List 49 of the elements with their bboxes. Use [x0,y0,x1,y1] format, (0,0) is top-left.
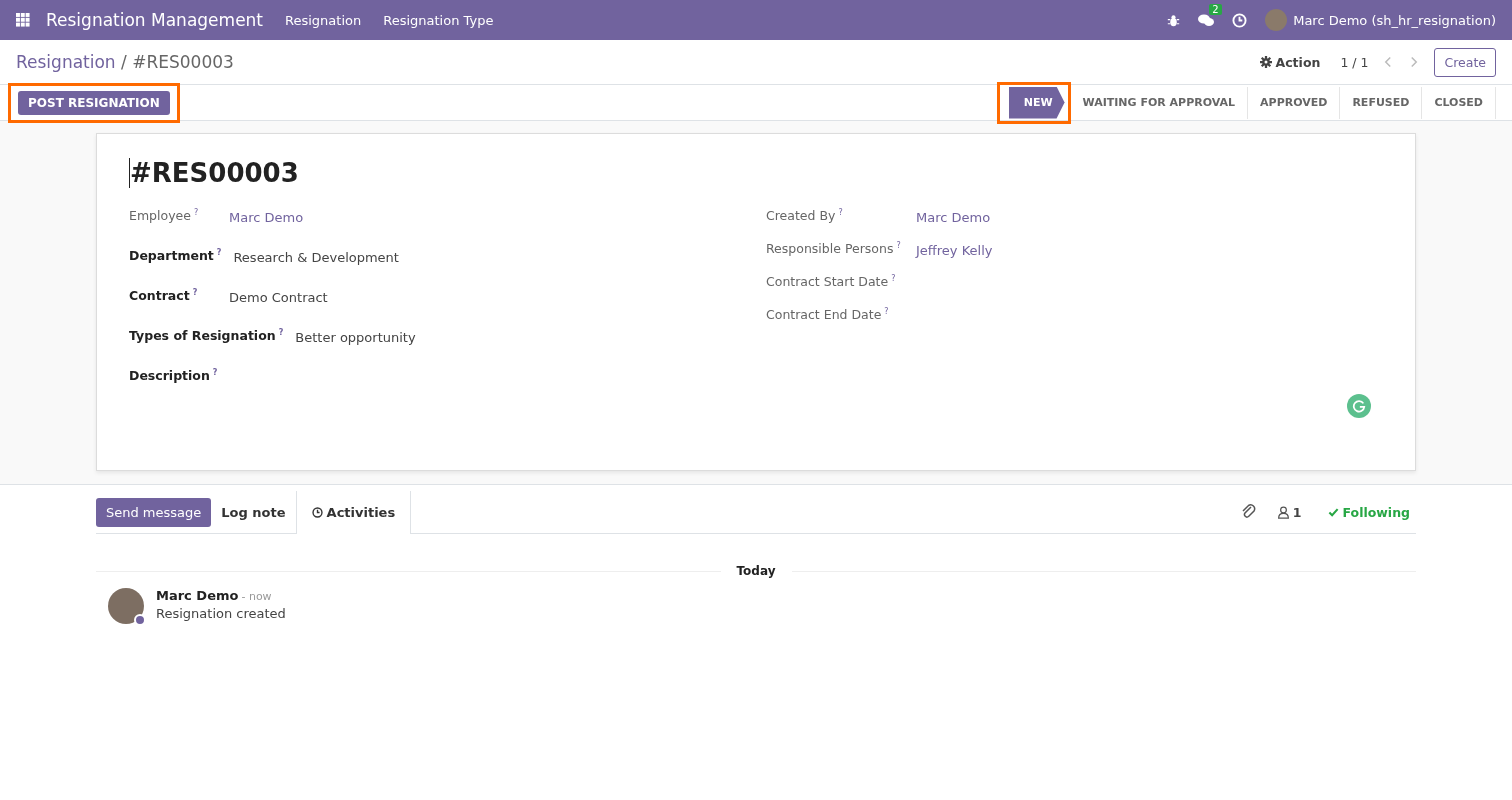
check-icon [1327,506,1339,518]
field-label: Types of Resignation $^{?}$ [129,328,285,344]
create-button[interactable]: Create [1434,47,1496,77]
user-name[interactable]: Marc Demo (sh_hr_resignation) [1293,12,1496,28]
bug-icon [1167,13,1181,27]
grammar-assistant-icon[interactable] [1347,394,1371,418]
field-label: Department $^{?}$ [129,248,223,264]
field-label: Contract Start Date $^{?}$ [766,274,897,290]
user-avatar [1265,9,1288,31]
record-title: #RES00003 [129,158,299,188]
message-body: Resignation created [156,606,286,621]
message-count: 2 [1209,4,1222,15]
author-avatar [108,588,144,624]
field-link[interactable]: Marc Demo [916,210,991,225]
clock-icon [1232,12,1248,28]
post-resignation-button[interactable]: POST RESIGNATION [18,90,170,115]
field-label: Contract $^{?}$ [129,288,199,304]
field-value: Better opportunity [295,330,416,345]
chatter-tab[interactable]: Send message [96,497,212,527]
paperclip-icon [1240,504,1257,520]
menu-item[interactable]: Resignation [285,12,362,28]
person-icon [1276,505,1290,519]
field-link[interactable]: Jeffrey Kelly [916,243,993,258]
chat-icon [1198,12,1215,28]
breadcrumb-link[interactable]: Resignation [16,52,116,72]
breadcrumb-current: #RES00003 [132,52,234,72]
field-label: Employee $^{?}$ [129,208,200,224]
message-time: - now [241,590,272,603]
chatter-tab[interactable]: Activities [295,490,412,534]
field-label: Description $^{?}$ [129,368,219,384]
followers-button[interactable]: 1 [1270,503,1308,521]
status-stage[interactable]: NEW [1008,86,1065,119]
field-value: Research & Development [233,250,399,265]
app-grid-icon [16,13,30,27]
action-button[interactable]: Action [1253,53,1327,71]
field-label: Created By $^{?}$ [766,208,844,224]
app-name[interactable]: Resignation Management [46,10,264,30]
field-label: Responsible Persons $^{?}$ [766,241,902,257]
field-link[interactable]: Marc Demo [229,210,304,225]
message-author: Marc Demo [156,588,239,603]
date-separator: Today [735,564,777,578]
menu-item[interactable]: Resignation Type [383,12,494,28]
field-value: Demo Contract [229,290,328,305]
field-label: Contract End Date $^{?}$ [766,307,890,323]
following-button[interactable]: Following [1321,503,1416,521]
pager: 1 / 1 [1340,54,1369,70]
gear-icon [1259,56,1272,68]
clock-icon [311,506,323,518]
breadcrumb-separator: / [120,52,128,72]
